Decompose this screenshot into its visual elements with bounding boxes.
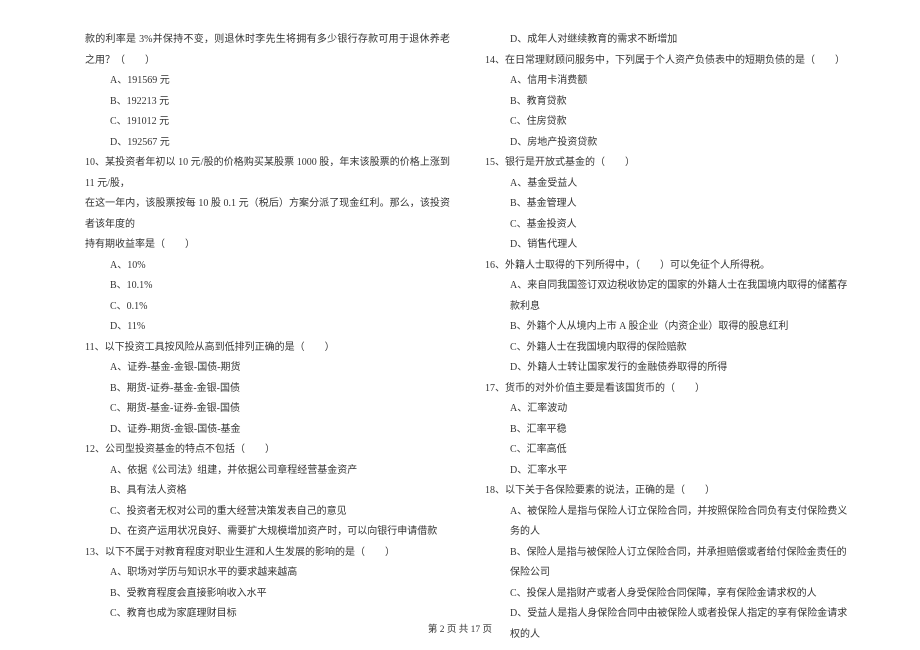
q12-opt-b: B、具有法人资格 — [85, 481, 450, 502]
q12-opt-c: C、投资者无权对公司的重大经营决策发表自己的意见 — [85, 502, 450, 523]
right-column: D、成年人对继续教育的需求不断增加 14、在日常理财顾问服务中，下列属于个人资产… — [485, 30, 850, 645]
left-column: 款的利率是 3%并保持不变，则退休时李先生将拥有多少银行存款可用于退休养老之用？… — [85, 30, 450, 645]
q9-opt-a: A、191569 元 — [85, 71, 450, 92]
q17-opt-d: D、汇率水平 — [485, 461, 850, 482]
q13-opt-d: D、成年人对继续教育的需求不断增加 — [485, 30, 850, 51]
q11-opt-c: C、期货-基金-证券-金银-国债 — [85, 399, 450, 420]
q18-opt-c: C、投保人是指财产或者人身受保险合同保障，享有保险金请求权的人 — [485, 584, 850, 605]
q16-opt-d: D、外籍人士转让国家发行的金融债券取得的所得 — [485, 358, 850, 379]
q15-stem: 15、银行是开放式基金的（ ） — [485, 153, 850, 174]
q11-opt-a: A、证券-基金-金银-国债-期货 — [85, 358, 450, 379]
q12-opt-d: D、在资产运用状况良好、需要扩大规模增加资产时，可以向银行申请借款 — [85, 522, 450, 543]
q14-opt-a: A、信用卡消费额 — [485, 71, 850, 92]
q14-opt-c: C、住房贷款 — [485, 112, 850, 133]
q18-opt-a: A、被保险人是指与保险人订立保险合同，并按照保险合同负有支付保险费义务的人 — [485, 502, 850, 543]
q10-opt-b: B、10.1% — [85, 276, 450, 297]
q14-opt-d: D、房地产投资贷款 — [485, 133, 850, 154]
q16-opt-a: A、来自同我国签订双边税收协定的国家的外籍人士在我国境内取得的储蓄存款利息 — [485, 276, 850, 317]
q13-stem: 13、以下不属于对教育程度对职业生涯和人生发展的影响的是（ ） — [85, 543, 450, 564]
q9-opt-b: B、192213 元 — [85, 92, 450, 113]
q15-opt-a: A、基金受益人 — [485, 174, 850, 195]
q9-tail: 款的利率是 3%并保持不变，则退休时李先生将拥有多少银行存款可用于退休养老之用？… — [85, 30, 450, 71]
q13-opt-a: A、职场对学历与知识水平的要求越来越高 — [85, 563, 450, 584]
q14-stem: 14、在日常理财顾问服务中，下列属于个人资产负债表中的短期负债的是（ ） — [485, 51, 850, 72]
q17-opt-c: C、汇率高低 — [485, 440, 850, 461]
q10-opt-c: C、0.1% — [85, 297, 450, 318]
q10-opt-a: A、10% — [85, 256, 450, 277]
q15-opt-c: C、基金投资人 — [485, 215, 850, 236]
q18-stem: 18、以下关于各保险要素的说法，正确的是（ ） — [485, 481, 850, 502]
q16-opt-c: C、外籍人士在我国境内取得的保险赔款 — [485, 338, 850, 359]
page-footer: 第 2 页 共 17 页 — [0, 621, 920, 635]
q11-opt-b: B、期货-证券-基金-金银-国债 — [85, 379, 450, 400]
q11-stem: 11、以下投资工具按风险从高到低排列正确的是（ ） — [85, 338, 450, 359]
q10-stem-l3: 持有期收益率是（ ） — [85, 235, 450, 256]
q9-opt-c: C、191012 元 — [85, 112, 450, 133]
q10-opt-d: D、11% — [85, 317, 450, 338]
page-content: 款的利率是 3%并保持不变，则退休时李先生将拥有多少银行存款可用于退休养老之用？… — [0, 0, 920, 645]
q11-opt-d: D、证券-期货-金银-国债-基金 — [85, 420, 450, 441]
q12-opt-a: A、依据《公司法》组建，并依据公司章程经营基金资产 — [85, 461, 450, 482]
q15-opt-b: B、基金管理人 — [485, 194, 850, 215]
q15-opt-d: D、销售代理人 — [485, 235, 850, 256]
q17-opt-a: A、汇率波动 — [485, 399, 850, 420]
q16-opt-b: B、外籍个人从境内上市 A 股企业（内资企业）取得的股息红利 — [485, 317, 850, 338]
q17-stem: 17、货币的对外价值主要是看该国货币的（ ） — [485, 379, 850, 400]
q12-stem: 12、公司型投资基金的特点不包括（ ） — [85, 440, 450, 461]
q18-opt-b: B、保险人是指与被保险人订立保险合同，并承担赔偿或者给付保险金责任的保险公司 — [485, 543, 850, 584]
q13-opt-b: B、受教育程度会直接影响收入水平 — [85, 584, 450, 605]
q10-stem-l1: 10、某投资者年初以 10 元/股的价格购买某股票 1000 股，年末该股票的价… — [85, 153, 450, 194]
q16-stem: 16、外籍人士取得的下列所得中，（ ）可以免征个人所得税。 — [485, 256, 850, 277]
q10-stem-l2: 在这一年内，该股票按每 10 股 0.1 元（税后）方案分派了现金红利。那么，该… — [85, 194, 450, 235]
q9-opt-d: D、192567 元 — [85, 133, 450, 154]
q17-opt-b: B、汇率平稳 — [485, 420, 850, 441]
q14-opt-b: B、教育贷款 — [485, 92, 850, 113]
